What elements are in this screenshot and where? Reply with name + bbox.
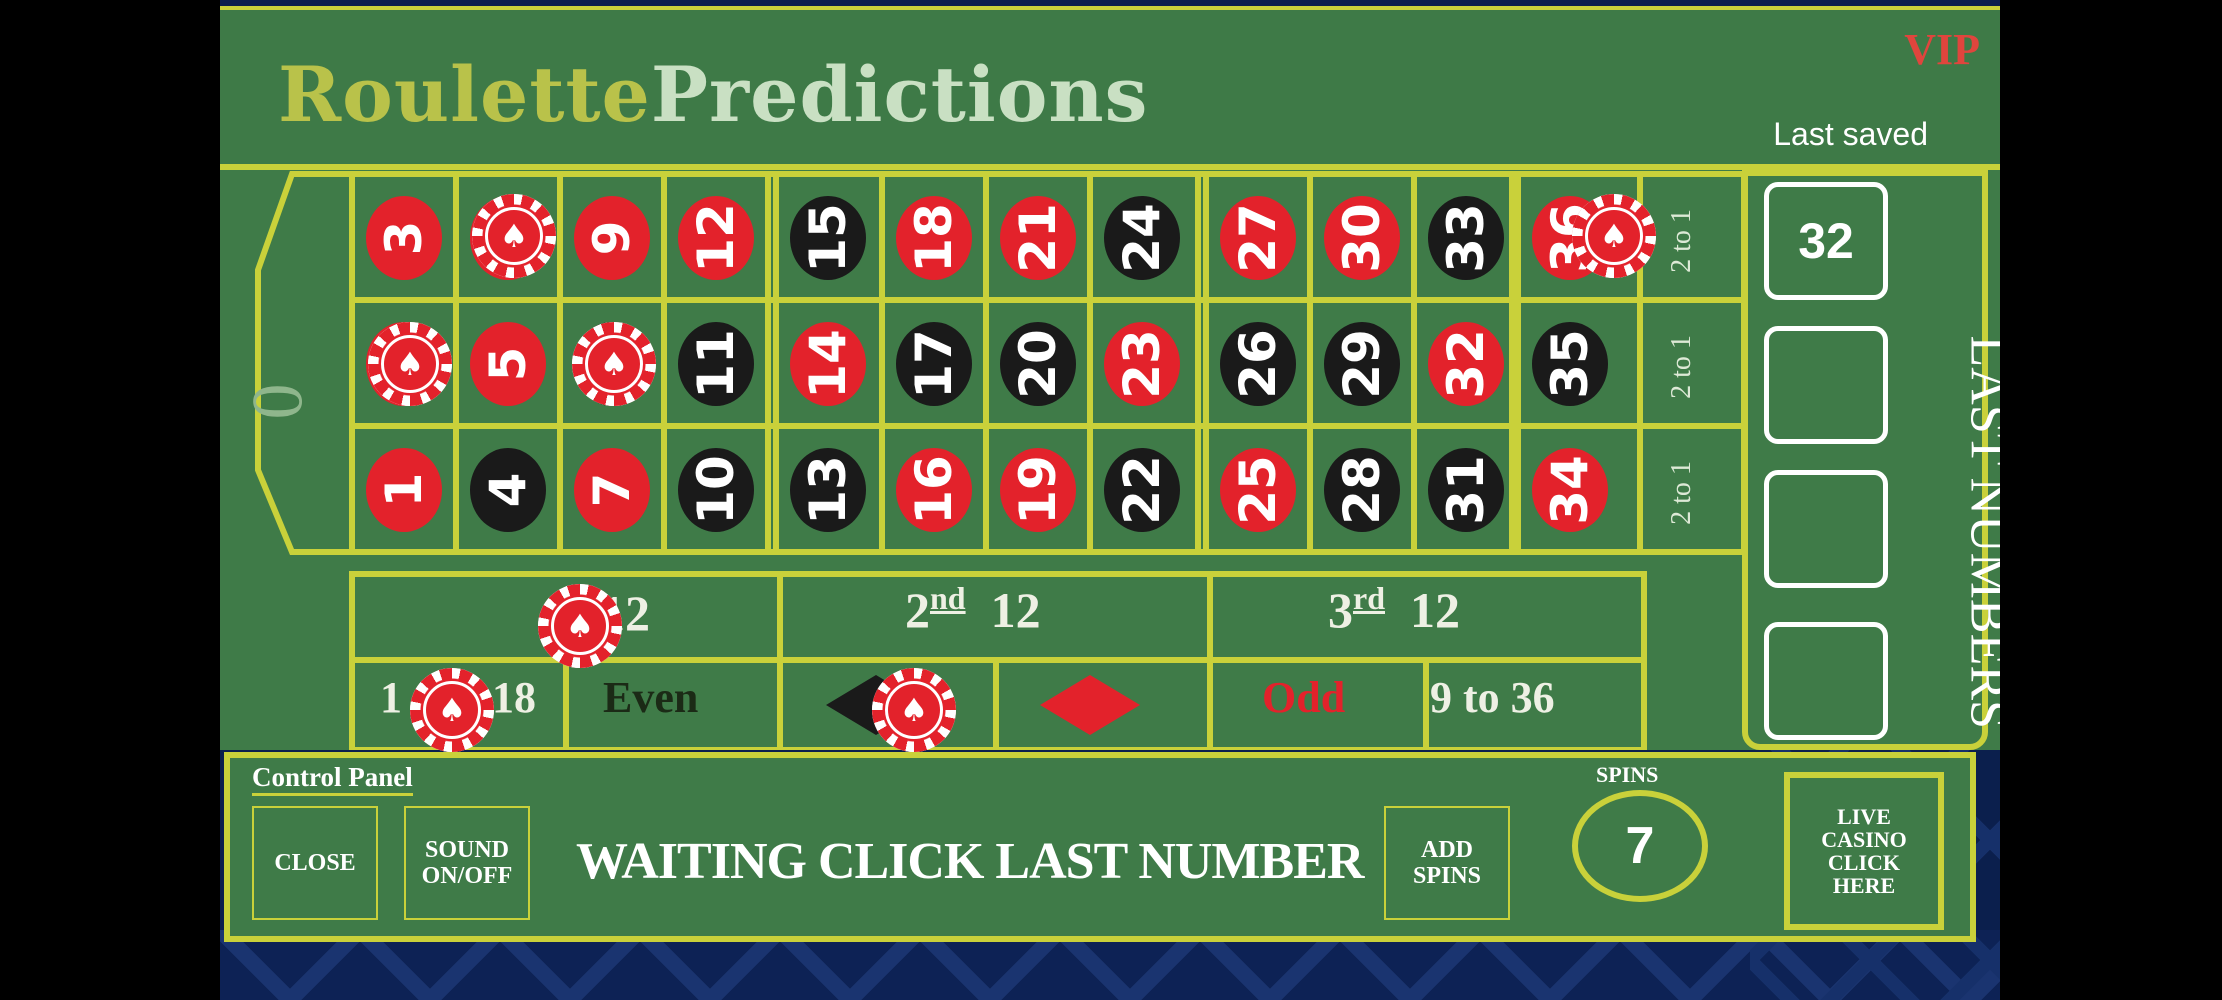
number-cell[interactable]: 27 [1220,196,1296,280]
logo-roulette: Roulette [278,50,651,139]
odd-bet-label[interactable]: Odd [1262,672,1345,723]
high-bet-label[interactable]: 9 to 36 [1430,672,1555,723]
number-cell[interactable]: 14 [790,322,866,406]
low-b: 18 [492,673,536,722]
live-line-4: HERE [1832,873,1896,899]
spade-icon: ♠ [381,335,439,393]
dozen-3-sup: rd [1353,580,1385,616]
chip: ♠ [538,584,622,668]
sound-line-1: SOUND [424,836,509,863]
add-spins-button[interactable]: ADD SPINS [1384,806,1510,920]
logo-predictions: Predictions [650,50,1149,139]
spade-icon: ♠ [551,597,609,655]
add-spins-line-1: ADD [1421,836,1473,863]
spade-icon: ♠ [423,681,481,739]
live-line-2: CASINO [1821,826,1907,852]
number-cell[interactable]: 34 [1532,448,1608,532]
number-cell[interactable]: 35 [1532,322,1608,406]
number-cell[interactable]: 16 [896,448,972,532]
number-cell[interactable]: 21 [1000,196,1076,280]
red-diamond [1040,675,1140,735]
last-numbers-panel: 32 LAST NUMBERS [1742,170,2000,750]
chip: ♠ [368,322,452,406]
dozen-3-b: 12 [1410,582,1460,638]
live-line-3: CLICK [1827,850,1901,875]
column-bet-bottom[interactable]: 2 to 1 [1627,461,1737,525]
app-logo: RoulettePredictions [278,50,1148,139]
number-cell[interactable]: 11 [678,322,754,406]
number-cell[interactable]: 17 [896,322,972,406]
number-cell[interactable]: 33 [1428,196,1504,280]
last-numbers-label: LAST NUMBERS [1959,335,2001,729]
last-number-box-1[interactable]: 32 [1764,182,1888,300]
number-cell[interactable]: 5 [470,322,546,406]
close-button[interactable]: CLOSE [252,806,378,920]
live-line-1: LIVE [1837,803,1891,829]
dozen-2-sup: nd [930,580,966,616]
number-cell[interactable]: 25 [1220,448,1296,532]
even-bet-label[interactable]: Even [603,672,698,723]
app-stage: RoulettePredictions VIP Last saved 0 3 1… [220,0,2000,1000]
last-number-box-3[interactable] [1764,470,1888,588]
number-cell[interactable]: 15 [790,196,866,280]
control-panel-title: Control Panel [252,762,413,796]
number-cell[interactable]: 24 [1104,196,1180,280]
dozen-2-b: 12 [990,582,1041,638]
number-cell[interactable]: 31 [1428,448,1504,532]
low-a: 1 [380,673,402,722]
spade-icon: ♠ [885,681,943,739]
last-number-box-4[interactable] [1764,622,1888,740]
chip: ♠ [472,194,556,278]
zero-cell[interactable]: 0 [237,384,320,420]
last-saved-label: Last saved [1773,116,1928,152]
number-cell[interactable]: 10 [678,448,754,532]
number-cell[interactable]: 20 [1000,322,1076,406]
chip: ♠ [410,668,494,752]
spade-icon: ♠ [485,207,543,265]
vip-badge[interactable]: VIP [1904,24,1980,75]
status-message: WAITING CLICK LAST NUMBER [576,833,1364,890]
control-panel: Control Panel CLOSE SOUND ON/OFF WAITING … [224,752,1976,942]
roulette-table: 0 35165498712111015141318171621201924232… [220,170,2000,752]
number-cell[interactable]: 32 [1428,322,1504,406]
chip: ♠ [872,668,956,752]
sound-line-2: ON/OFF [421,863,513,889]
number-cell[interactable]: 7 [574,448,650,532]
number-cell[interactable]: 13 [790,448,866,532]
spade-icon: ♠ [1585,207,1643,265]
number-cell[interactable]: 28 [1324,448,1400,532]
number-cell[interactable]: 23 [1104,322,1180,406]
dozen-3-label[interactable]: 3rd 12 [1328,580,1460,639]
dozen-3-a: 3 [1328,582,1353,638]
number-cell[interactable]: 4 [470,448,546,532]
number-cell[interactable]: 22 [1104,448,1180,532]
number-cell[interactable]: 30 [1324,196,1400,280]
live-casino-button[interactable]: LIVE CASINO CLICK HERE [1784,772,1944,930]
spade-icon: ♠ [585,335,643,393]
zero-outline [255,171,355,555]
column-bet-middle[interactable]: 2 to 1 [1627,335,1737,399]
add-spins-line-2: SPINS [1412,863,1482,889]
number-cell[interactable]: 1 [366,448,442,532]
spins-label: SPINS [1596,762,1659,787]
number-cell[interactable]: 18 [896,196,972,280]
last-number-box-2[interactable] [1764,326,1888,444]
dozen-2-label[interactable]: 2nd 12 [905,580,1041,639]
number-cell[interactable]: 3 [366,196,442,280]
spins-counter: 7 [1572,790,1708,902]
number-cell[interactable]: 12 [678,196,754,280]
app-header: RoulettePredictions VIP Last saved [220,6,2000,170]
table-lines [255,171,1742,750]
number-cell[interactable]: 19 [1000,448,1076,532]
dozen-2-a: 2 [905,582,930,638]
number-cell[interactable]: 26 [1220,322,1296,406]
number-cell[interactable]: 9 [574,196,650,280]
chip: ♠ [1572,194,1656,278]
chip: ♠ [572,322,656,406]
sound-toggle-button[interactable]: SOUND ON/OFF [404,806,530,920]
number-cell[interactable]: 29 [1324,322,1400,406]
